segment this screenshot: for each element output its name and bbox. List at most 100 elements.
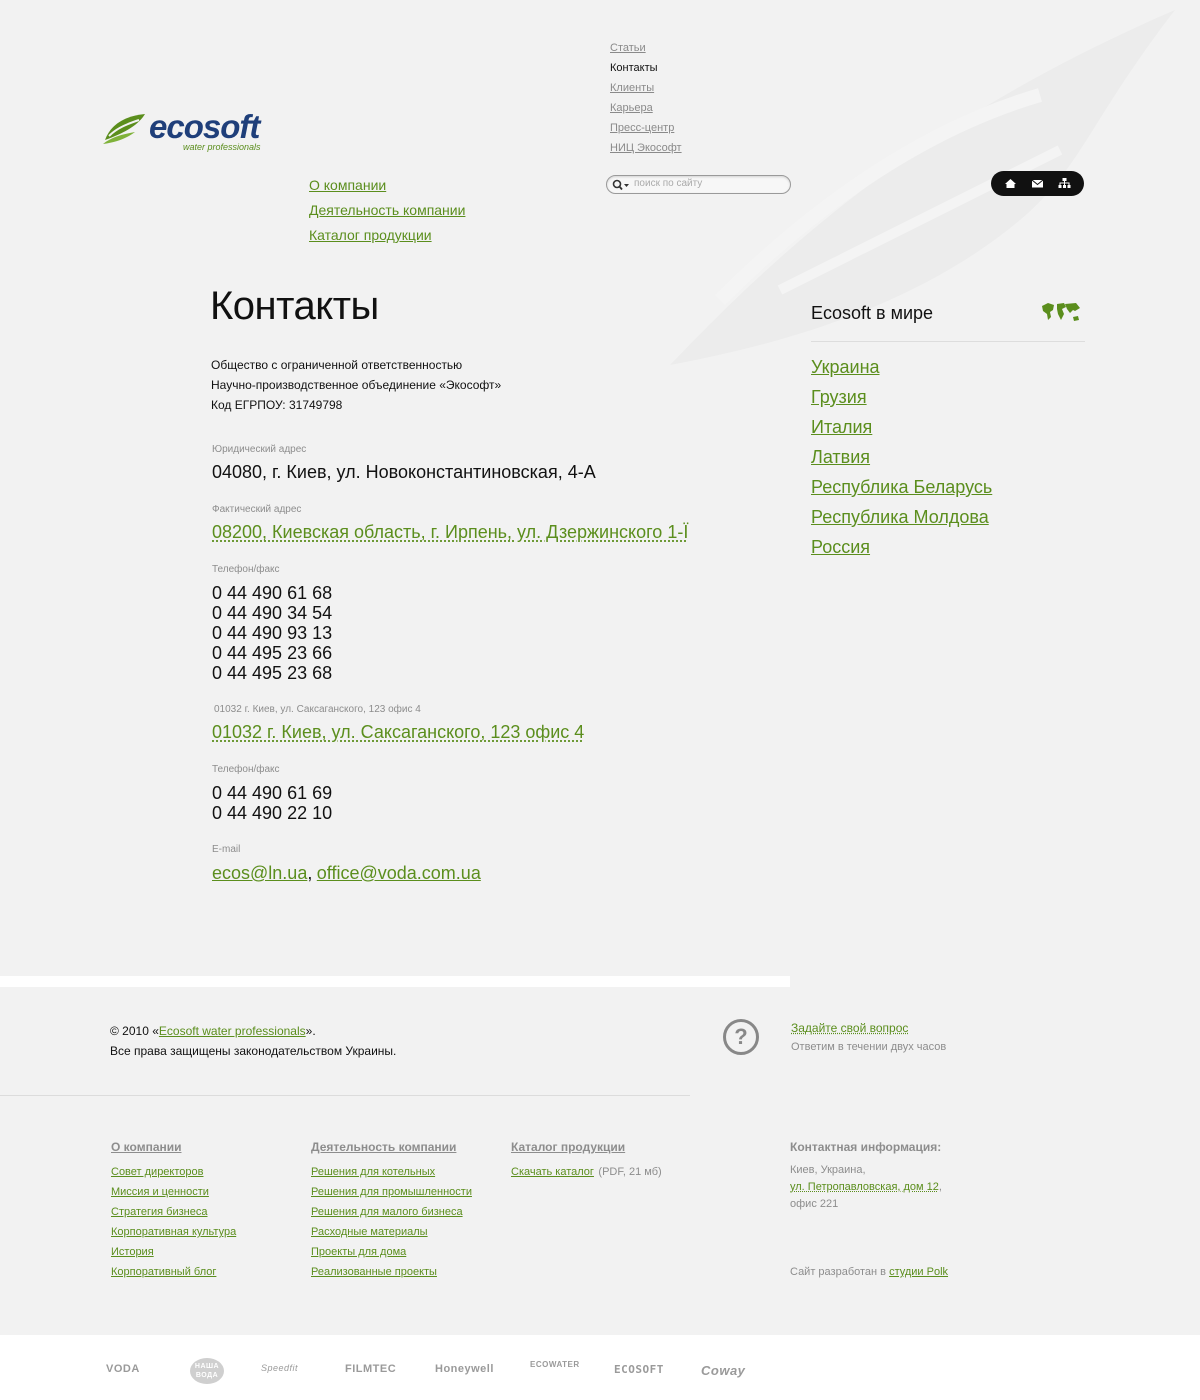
company-info: Общество с ограниченной ответственностью…: [211, 355, 501, 415]
partners-strip: [0, 1335, 1200, 1400]
top-nav-career[interactable]: Карьера: [610, 98, 682, 118]
footer-link[interactable]: Миссия и ценности: [111, 1182, 236, 1202]
footer-link[interactable]: Решения для промышленности: [311, 1182, 472, 1202]
email-link[interactable]: office@voda.com.ua: [317, 863, 481, 883]
search-input[interactable]: поиск по сайту: [606, 175, 791, 194]
content-divider-band: [0, 976, 790, 987]
phone-label: Телефон/факс: [212, 564, 280, 575]
main-nav-activities[interactable]: Деятельность компании: [309, 198, 465, 223]
home-icon[interactable]: [1004, 177, 1017, 190]
phone-list: 0 44 490 61 69 0 44 490 22 10: [212, 783, 332, 823]
rights-text: Все права защищены законодательством Укр…: [110, 1044, 397, 1058]
footer-link[interactable]: Проекты для дома: [311, 1242, 472, 1262]
office-label: 01032 г. Киев, ул. Саксаганского, 123 оф…: [214, 704, 421, 715]
country-list: Украина Грузия Италия Латвия Республика …: [811, 352, 992, 562]
logo-wordmark: ecosoft: [149, 108, 260, 145]
site-credit: Сайт разработан в студии Polk: [790, 1266, 948, 1278]
email-links: ecos@ln.ua, office@voda.com.ua: [212, 863, 481, 884]
country-link-moldova[interactable]: Республика Молдова: [811, 502, 992, 532]
country-link-georgia[interactable]: Грузия: [811, 382, 992, 412]
footer-column-catalog: Каталог продукции Скачать каталог (PDF, …: [511, 1140, 662, 1182]
top-nav-articles[interactable]: Статьи: [610, 38, 682, 58]
company-line: Научно-производственное объединение «Эко…: [211, 378, 502, 392]
top-nav-clients[interactable]: Клиенты: [610, 78, 682, 98]
footer-column-title[interactable]: О компании: [111, 1140, 236, 1154]
copyright-prefix: © 2010 «: [110, 1024, 159, 1038]
download-catalog-link[interactable]: Скачать каталог: [511, 1166, 594, 1178]
search-placeholder: поиск по сайту: [634, 178, 703, 189]
phone-number: 0 44 490 34 54: [212, 603, 333, 623]
contact-street-link[interactable]: ул. Петропавловская, дом 12: [790, 1181, 939, 1193]
credit-link[interactable]: студии Polk: [889, 1266, 948, 1278]
legal-address-label: Юридический адрес: [212, 444, 307, 455]
quick-links-pill: [991, 171, 1084, 196]
footer-column-title: Контактная информация:: [790, 1140, 942, 1154]
partner-logo-voda[interactable]: VODA: [106, 1363, 140, 1375]
email-link[interactable]: ecos@ln.ua: [212, 863, 307, 883]
world-map-icon: [1042, 303, 1080, 321]
top-nav-research-center[interactable]: НИЦ Экософт: [610, 138, 682, 158]
top-nav-contacts[interactable]: Контакты: [610, 58, 682, 78]
ask-question-note: Ответим в течении двух часов: [791, 1041, 947, 1053]
country-link-italy[interactable]: Италия: [811, 412, 992, 442]
footer-link[interactable]: Решения для малого бизнеса: [311, 1202, 472, 1222]
footer-column-title[interactable]: Деятельность компании: [311, 1140, 472, 1154]
footer-contact-info: Контактная информация: Киев, Украина, ул…: [790, 1140, 942, 1213]
partner-logo-nasha-voda[interactable]: НАША ВОДА: [190, 1358, 224, 1384]
actual-address-link[interactable]: 08200, Киевская область, г. Ирпень, ул. …: [212, 522, 688, 543]
country-link-latvia[interactable]: Латвия: [811, 442, 992, 472]
phone-number: 0 44 495 23 66: [212, 643, 333, 663]
contact-street-suffix: ,: [938, 1181, 942, 1193]
phone-number: 0 44 490 22 10: [212, 803, 333, 823]
main-nav-catalog[interactable]: Каталог продукции: [309, 223, 465, 248]
search-icon: [612, 179, 629, 191]
ecosoft-logo[interactable]: ecosoft water professionals: [103, 108, 273, 158]
partner-logo-filmtec[interactable]: FILMTEC: [345, 1363, 396, 1375]
mail-icon[interactable]: [1031, 177, 1044, 190]
office-address-link[interactable]: 01032 г. Киев, ул. Саксаганского, 123 оф…: [212, 722, 584, 743]
footer-link[interactable]: Расходные материалы: [311, 1222, 472, 1242]
question-icon[interactable]: ?: [723, 1019, 759, 1055]
country-link-russia[interactable]: Россия: [811, 532, 992, 562]
top-nav-press-center[interactable]: Пресс-центр: [610, 118, 682, 138]
partner-logo-coway[interactable]: Coway: [701, 1363, 745, 1378]
ask-question: Задайте свой вопрос Ответим в течении дв…: [791, 1021, 946, 1053]
actual-address-label: Фактический адрес: [212, 504, 302, 515]
footer-column-about: О компании Совет директоров Миссия и цен…: [111, 1140, 236, 1282]
footer-link[interactable]: Реализованные проекты: [311, 1262, 472, 1282]
leaf-logo-icon: [103, 114, 145, 144]
company-line: Общество с ограниченной ответственностью: [211, 358, 463, 372]
country-link-ukraine[interactable]: Украина: [811, 352, 992, 382]
contact-office: офис 221: [790, 1198, 839, 1210]
footer-link[interactable]: Решения для котельных: [311, 1162, 472, 1182]
footer-divider: [0, 1095, 690, 1096]
partner-logo-speedfit[interactable]: Speedfit: [261, 1363, 298, 1373]
world-section-title: Ecosoft в мире: [811, 303, 934, 323]
footer-link[interactable]: Стратегия бизнеса: [111, 1202, 236, 1222]
main-navigation: О компании Деятельность компании Каталог…: [309, 173, 465, 248]
partner-logo-ecosoft[interactable]: ECOSOFT: [614, 1363, 664, 1376]
logo-tagline: water professionals: [183, 142, 261, 152]
download-catalog-note: (PDF, 21 мб): [598, 1166, 662, 1178]
phone-number: 0 44 495 23 68: [212, 663, 333, 683]
phone-list: 0 44 490 61 68 0 44 490 34 54 0 44 490 9…: [212, 583, 332, 683]
footer-column-title[interactable]: Каталог продукции: [511, 1140, 662, 1154]
footer-link[interactable]: Корпоративная культура: [111, 1222, 236, 1242]
phone-number: 0 44 490 61 69: [212, 783, 333, 803]
main-nav-about[interactable]: О компании: [309, 173, 465, 198]
copyright-link[interactable]: Ecosoft water professionals: [159, 1024, 306, 1038]
contact-city: Киев, Украина,: [790, 1164, 866, 1176]
country-link-belarus[interactable]: Республика Беларусь: [811, 472, 992, 502]
partner-logo-honeywell[interactable]: Honeywell: [435, 1363, 494, 1375]
sitemap-icon[interactable]: [1058, 177, 1071, 190]
footer-link[interactable]: Совет директоров: [111, 1162, 236, 1182]
credit-prefix: Сайт разработан в: [790, 1266, 890, 1278]
copyright-suffix: ».: [305, 1024, 316, 1038]
partner-logo-ecowater[interactable]: ECOWATER: [530, 1360, 580, 1369]
footer-link[interactable]: Корпоративный блог: [111, 1262, 236, 1282]
company-line: Код ЕГРПОУ: 31749798: [211, 398, 343, 412]
footer-column-activities: Деятельность компании Решения для котель…: [311, 1140, 472, 1282]
ask-question-link[interactable]: Задайте свой вопрос: [791, 1021, 946, 1035]
phone-number: 0 44 490 93 13: [212, 623, 333, 643]
footer-link[interactable]: История: [111, 1242, 236, 1262]
